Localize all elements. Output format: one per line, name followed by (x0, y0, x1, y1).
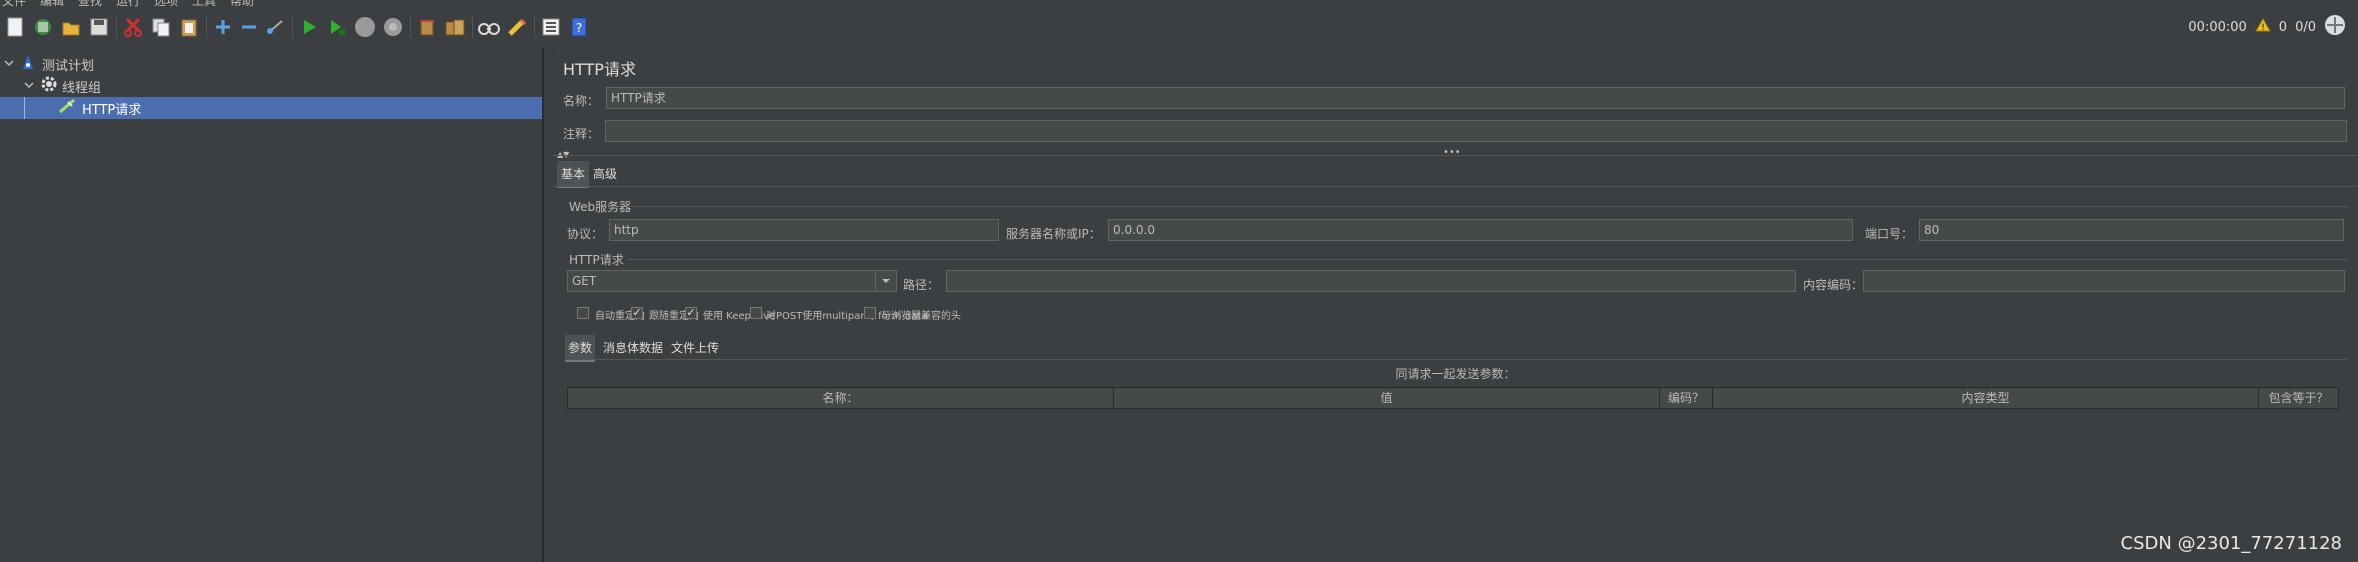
tree-item-test-plan[interactable]: 测试计划 (0, 53, 542, 75)
tree-label: HTTP请求 (82, 102, 142, 118)
chevron-down-icon[interactable] (875, 271, 896, 291)
drag-handle-icon[interactable]: ••• (1443, 147, 1461, 158)
paste-icon[interactable] (178, 16, 200, 38)
warning-icon[interactable]: ! (2254, 18, 2271, 36)
method-select[interactable]: GET (567, 270, 897, 292)
parameters-caption: 同请求一起发送参数： (1395, 367, 1516, 381)
menu-search[interactable]: 查找 (78, 0, 102, 8)
warning-count: 0 (2278, 19, 2288, 35)
protocol-field[interactable]: http (609, 219, 999, 241)
server-label: 服务器名称或IP： (1006, 227, 1101, 241)
split-pane-divider[interactable] (543, 48, 552, 562)
toggle-icon[interactable] (264, 16, 286, 38)
comment-field[interactable] (605, 120, 2347, 142)
name-label: 名称： (563, 94, 600, 108)
column-header-content-type[interactable]: 内容类型 (1713, 388, 2259, 408)
clear-all-icon[interactable] (444, 16, 466, 38)
menu-options[interactable]: 选项 (154, 0, 178, 8)
stop-icon[interactable] (354, 16, 376, 38)
reset-search-icon[interactable] (506, 16, 528, 38)
path-label: 路径： (903, 278, 940, 292)
column-header-name[interactable]: 名称： (568, 388, 1114, 408)
tree-item-http-request[interactable]: HTTP请求 (0, 97, 542, 119)
path-field[interactable] (946, 270, 1796, 292)
new-file-icon[interactable] (4, 16, 26, 38)
column-header-include-equals[interactable]: 包含等于？ (2259, 388, 2338, 408)
menu-run[interactable]: 运行 (116, 0, 140, 8)
jmeter-window: 文件 编辑 查找 运行 选项 工具 帮助 ? 00:00:00 ! 0 0/0 … (0, 0, 2358, 562)
search-icon[interactable] (478, 16, 500, 38)
svg-text:?: ? (576, 21, 582, 35)
function-helper-icon[interactable] (540, 16, 562, 38)
chevron-down-icon[interactable] (4, 57, 14, 72)
tree-item-thread-group[interactable]: 线程组 (0, 75, 542, 97)
tree-label: 测试计划 (42, 58, 95, 74)
browser-compatible-headers-label: 与浏览器兼容的头 (881, 311, 961, 322)
cut-icon[interactable] (122, 16, 144, 38)
start-icon[interactable] (298, 16, 320, 38)
tree-label: 线程组 (62, 80, 102, 96)
tab-body-data[interactable]: 消息体数据 (599, 335, 667, 360)
method-value: GET (572, 274, 597, 288)
svg-text:!: ! (2261, 23, 2265, 32)
column-header-value[interactable]: 值 (1114, 388, 1660, 408)
chevron-down-icon[interactable] (24, 79, 34, 94)
port-field[interactable]: 80 (1919, 219, 2344, 241)
test-plan-icon (20, 54, 36, 74)
elapsed-timer: 00:00:00 (2188, 19, 2247, 35)
auto-redirect-checkbox[interactable] (577, 307, 589, 319)
tab-file-upload[interactable]: 文件上传 (667, 335, 723, 360)
test-plan-tree: 测试计划 线程组 HTTP请求 (0, 48, 543, 562)
start-no-pause-icon[interactable] (326, 16, 348, 38)
menu-edit[interactable]: 编辑 (40, 0, 64, 8)
page-title: HTTP请求 (563, 60, 636, 79)
open-folder-icon[interactable] (60, 16, 82, 38)
protocol-label: 协议： (567, 227, 604, 241)
keepalive-checkbox[interactable]: ✓ (685, 307, 697, 319)
tab-basic[interactable]: 基本 (557, 161, 590, 188)
sampler-icon (58, 98, 76, 118)
server-field[interactable]: 0.0.0.0 (1108, 219, 1853, 241)
menu-tools[interactable]: 工具 (192, 0, 216, 8)
tab-advanced[interactable]: 高级 (589, 161, 621, 186)
column-header-encode[interactable]: 编码？ (1660, 388, 1713, 408)
shutdown-icon[interactable] (382, 16, 404, 38)
multipart-checkbox[interactable] (750, 307, 762, 319)
menu-file[interactable]: 文件 (2, 0, 26, 8)
copy-icon[interactable] (150, 16, 172, 38)
templates-icon[interactable] (32, 16, 54, 38)
watermark: CSDN @2301_77271128 (2120, 533, 2342, 554)
sampler-config-panel: HTTP请求 名称： HTTP请求 注释： ▲▼ ••• 基本 高级 Web服务… (553, 48, 2358, 562)
menu-help[interactable]: 帮助 (230, 0, 254, 8)
content-encoding-field[interactable] (1863, 270, 2345, 292)
save-icon[interactable] (88, 16, 110, 38)
content-encoding-label: 内容编码： (1803, 278, 1864, 292)
collapse-icon[interactable] (238, 16, 260, 38)
browser-compatible-headers-checkbox[interactable] (864, 307, 876, 319)
thread-count: 0/0 (2295, 19, 2316, 35)
menubar: 文件 编辑 查找 运行 选项 工具 帮助 (0, 0, 2358, 8)
remote-status-icon (2324, 14, 2346, 40)
follow-redirect-checkbox[interactable]: ✓ (631, 307, 643, 319)
comment-label: 注释： (563, 127, 600, 141)
gear-icon (40, 75, 58, 97)
name-field[interactable]: HTTP请求 (606, 87, 2345, 109)
tab-parameters[interactable]: 参数 (565, 335, 596, 362)
port-label: 端口号： (1865, 227, 1914, 241)
http-request-group-label: HTTP请求 (569, 253, 624, 267)
web-server-group-label: Web服务器 (569, 200, 632, 214)
keepalive-label: 使用 KeepAlive (703, 311, 776, 322)
parameters-table-header: 名称： 值 编码？ 内容类型 包含等于？ (567, 387, 2339, 409)
help-icon[interactable]: ? (568, 16, 590, 38)
expand-icon[interactable] (212, 16, 234, 38)
toolbar: ? 00:00:00 ! 0 0/0 (0, 8, 2358, 49)
status-area: 00:00:00 ! 0 0/0 (2188, 14, 2346, 40)
clear-icon[interactable] (416, 16, 438, 38)
